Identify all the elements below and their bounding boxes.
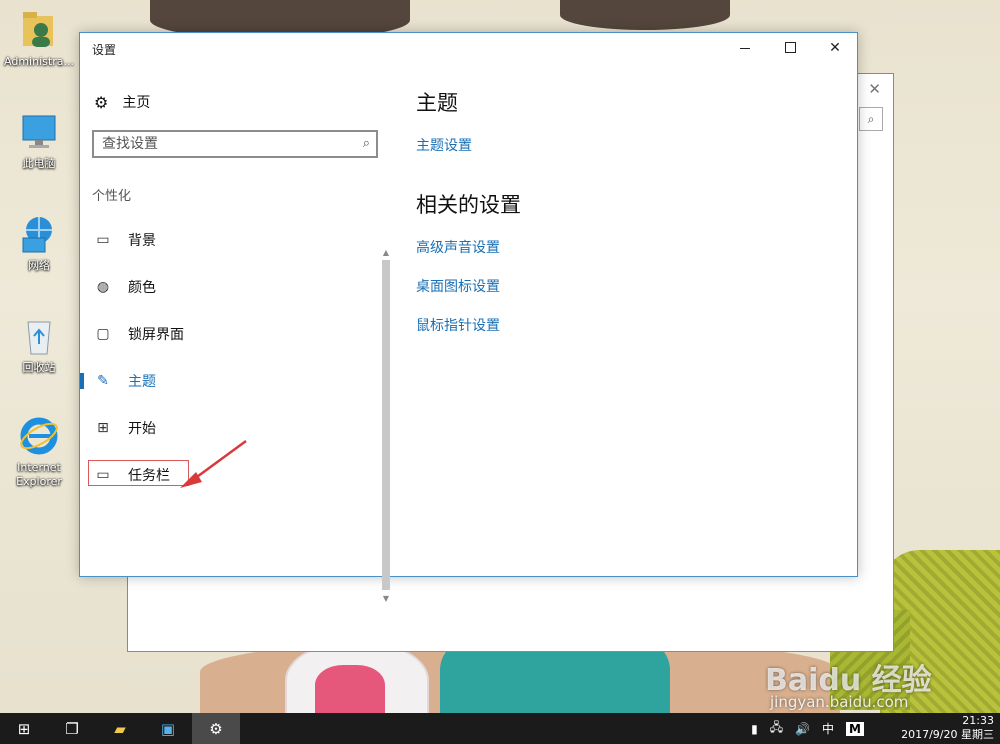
system-tray: ▮ 🖧 🔊 中 M: [745, 713, 870, 744]
sidebar-scrollbar[interactable]: ▲ ▼: [380, 248, 392, 603]
sidebar: ⚙ 主页 ⌕ 个性化 ▭ 背景 ◍ 颜色 ▢ 锁屏界面 ✎ 主题 ⊞ 开始: [80, 63, 395, 603]
desktop-icon-label: 此电脑: [22, 157, 56, 170]
nav-item-colors[interactable]: ◍ 颜色: [80, 272, 380, 302]
computer-icon: [17, 110, 61, 154]
wallpaper-badge-detail: [315, 665, 385, 715]
related-settings-heading: 相关的设置: [416, 193, 521, 217]
ime-indicator[interactable]: 中: [822, 720, 834, 737]
clock-time: 21:33: [962, 714, 994, 727]
ime-mode-indicator[interactable]: M: [846, 721, 864, 736]
theme-icon: ✎: [97, 373, 109, 389]
search-icon[interactable]: ⌕: [859, 107, 883, 131]
desktop-icon-network[interactable]: 网络: [4, 212, 74, 273]
active-indicator: [80, 373, 84, 389]
lock-screen-icon: ▢: [96, 326, 110, 342]
clock-date: 2017/9/20 星期三: [901, 728, 994, 741]
minimize-button[interactable]: [723, 33, 767, 63]
nav-item-label: 主题: [128, 374, 156, 390]
home-label: 主页: [122, 95, 151, 111]
settings-window: 设置 ✕ ⚙ 主页 ⌕ 个性化 ▭ 背景 ◍ 颜色 ▢ 锁屏界面 ✎ 主题: [79, 32, 858, 603]
start-icon: ⊞: [97, 420, 109, 436]
volume-icon[interactable]: 🔊: [795, 722, 810, 736]
nav-item-label: 开始: [128, 421, 156, 437]
nav-item-label: 锁屏界面: [128, 327, 184, 343]
page-title: 主题: [416, 91, 458, 115]
desktop-icon-label: Administra...: [4, 55, 74, 68]
nav-item-background[interactable]: ▭ 背景: [80, 225, 380, 255]
theme-settings-link[interactable]: 主题设置: [416, 135, 472, 155]
desktop-icon-this-pc[interactable]: 此电脑: [4, 110, 74, 171]
annotation-arrow-icon: [180, 439, 247, 488]
taskbar-clock[interactable]: 21:33 2017/9/20 星期三: [901, 714, 994, 742]
control-panel-icon: ▣: [160, 719, 176, 738]
gear-icon: ⚙: [209, 719, 223, 738]
palette-icon: ◍: [96, 279, 110, 295]
scroll-down-icon[interactable]: ▼: [380, 594, 392, 603]
nav-item-themes[interactable]: ✎ 主题: [80, 366, 380, 396]
desktop-icon-user-folder[interactable]: Administra...: [4, 8, 74, 69]
desktop-icon-settings-link[interactable]: 桌面图标设置: [416, 276, 500, 296]
search-icon: ⌕: [362, 136, 370, 151]
desktop-icon-internet-explorer[interactable]: Internet Explorer: [4, 414, 74, 489]
mouse-pointer-settings-link[interactable]: 鼠标指针设置: [416, 315, 500, 335]
wallpaper-hair: [560, 0, 730, 30]
user-folder-icon: [17, 8, 61, 52]
task-view-button[interactable]: ❐: [48, 713, 96, 744]
watermark-url: jingyan.baidu.com: [770, 693, 909, 711]
maximize-button[interactable]: [768, 33, 812, 63]
close-icon[interactable]: ✕: [868, 80, 881, 98]
section-title: 个性化: [92, 189, 132, 204]
taskbar: ⊞ ❐ ▰ ▣ ⚙ ▮ 🖧 🔊 中 M 21:33 2017/9/20 星期三: [0, 713, 1000, 744]
scroll-up-icon[interactable]: ▲: [380, 248, 392, 257]
image-icon: ▭: [96, 232, 110, 248]
search-input[interactable]: [94, 132, 360, 156]
desktop-icon-label: Internet Explorer: [16, 461, 62, 488]
start-button[interactable]: ⊞: [0, 713, 48, 744]
settings-taskbar-button[interactable]: ⚙: [192, 713, 240, 744]
minimize-icon: [740, 47, 750, 49]
nav-item-label: 颜色: [128, 280, 156, 296]
window-title: 设置: [92, 43, 117, 57]
close-icon: ✕: [829, 40, 841, 56]
recycle-bin-icon: [17, 314, 61, 358]
advanced-sound-settings-link[interactable]: 高级声音设置: [416, 237, 500, 257]
wallpaper-shirt: [440, 640, 670, 720]
network-icon[interactable]: 🖧: [770, 718, 783, 739]
title-bar[interactable]: 设置 ✕: [80, 33, 857, 63]
maximize-icon: [784, 41, 796, 53]
taskbar-highlight-box: [88, 460, 189, 486]
file-explorer-button[interactable]: ▰: [96, 713, 144, 744]
desktop-icon-recycle-bin[interactable]: 回收站: [4, 314, 74, 375]
home-link[interactable]: ⚙ 主页: [94, 91, 150, 113]
usb-icon[interactable]: ▮: [751, 722, 758, 736]
nav-item-lock-screen[interactable]: ▢ 锁屏界面: [80, 319, 380, 349]
internet-explorer-icon: [17, 414, 61, 458]
desktop-icon-label: 网络: [28, 259, 50, 272]
gear-icon: ⚙: [94, 92, 109, 112]
scroll-thumb[interactable]: [382, 260, 390, 590]
network-icon: [17, 212, 61, 256]
windows-icon: ⊞: [17, 719, 31, 738]
desktop-icon-label: 回收站: [22, 361, 56, 374]
search-box[interactable]: ⌕: [92, 130, 378, 158]
close-button[interactable]: ✕: [813, 33, 857, 63]
nav-item-label: 背景: [128, 233, 156, 249]
folder-icon: ▰: [114, 719, 126, 738]
control-panel-button[interactable]: ▣: [144, 713, 192, 744]
task-view-icon: ❐: [65, 719, 79, 738]
